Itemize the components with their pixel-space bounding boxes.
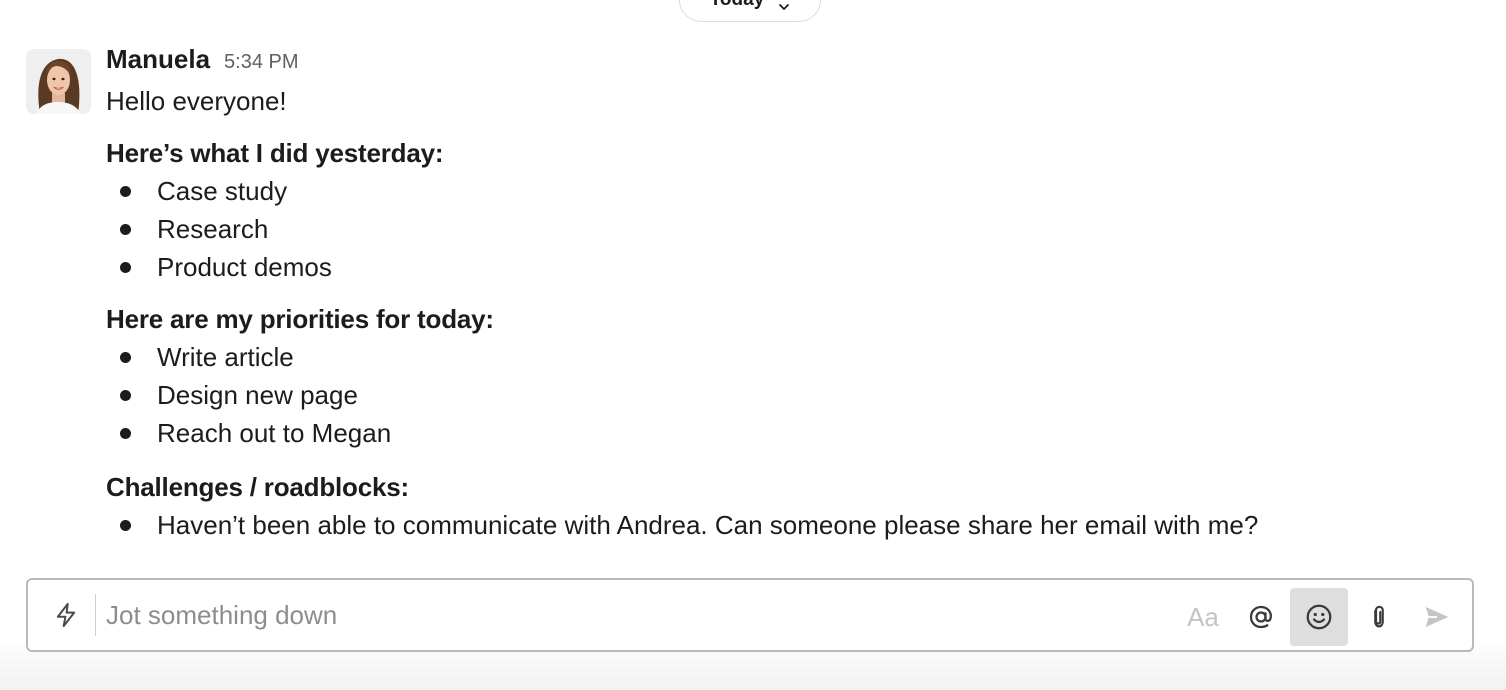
composer-divider	[95, 594, 96, 636]
chevron-down-icon	[778, 0, 790, 10]
bullet-list-priorities: Write article Design new page Reach out …	[106, 338, 1486, 452]
bullet-dot	[120, 428, 131, 439]
lightning-bolt-icon[interactable]	[48, 597, 84, 633]
list-item: Product demos	[106, 248, 1486, 286]
section-heading-yesterday: Here’s what I did yesterday:	[106, 138, 444, 168]
text-format-button[interactable]: Aa	[1174, 588, 1232, 646]
bullet-list-yesterday: Case study Research Product demos	[106, 172, 1486, 286]
list-item: Case study	[106, 172, 1486, 210]
bullet-dot	[120, 224, 131, 235]
message-input[interactable]	[106, 592, 1166, 638]
date-divider-button[interactable]: Today	[679, 0, 821, 22]
date-divider-label: Today	[710, 0, 765, 11]
list-item: Haven’t been able to communicate with An…	[106, 506, 1486, 544]
mention-button[interactable]	[1232, 588, 1290, 646]
avatar[interactable]	[26, 49, 91, 114]
bullet-dot	[120, 262, 131, 273]
message-timestamp[interactable]: 5:34 PM	[224, 51, 298, 74]
bullet-dot	[120, 520, 131, 531]
emoji-button[interactable]	[1290, 588, 1348, 646]
bullet-list-challenges: Haven’t been able to communicate with An…	[106, 506, 1486, 544]
list-item: Design new page	[106, 376, 1486, 414]
bullet-dot	[120, 186, 131, 197]
message-body: Hello everyone! Here’s what I did yester…	[106, 82, 1486, 544]
section-heading-priorities: Here are my priorities for today:	[106, 304, 494, 334]
bullet-dot	[120, 352, 131, 363]
list-item: Reach out to Megan	[106, 414, 1486, 452]
send-button[interactable]	[1408, 588, 1466, 646]
list-item: Write article	[106, 338, 1486, 376]
author-name[interactable]: Manuela	[106, 44, 210, 75]
paperclip-icon	[1374, 605, 1384, 628]
message-header: Manuela 5:34 PM	[106, 44, 299, 75]
text-format-icon: Aa	[1187, 601, 1219, 632]
section-heading-challenges: Challenges / roadblocks:	[106, 472, 409, 502]
composer-area: Aa	[0, 560, 1506, 690]
bullet-dot	[120, 390, 131, 401]
message-view: Today Manuela 5:3	[0, 0, 1506, 690]
message-greeting: Hello everyone!	[106, 86, 287, 116]
attach-button[interactable]	[1350, 588, 1408, 646]
at-sign-icon	[1249, 605, 1272, 629]
smiley-icon	[1306, 604, 1332, 630]
send-arrow-icon	[1425, 607, 1449, 627]
list-item: Research	[106, 210, 1486, 248]
message-composer: Aa	[26, 578, 1474, 652]
